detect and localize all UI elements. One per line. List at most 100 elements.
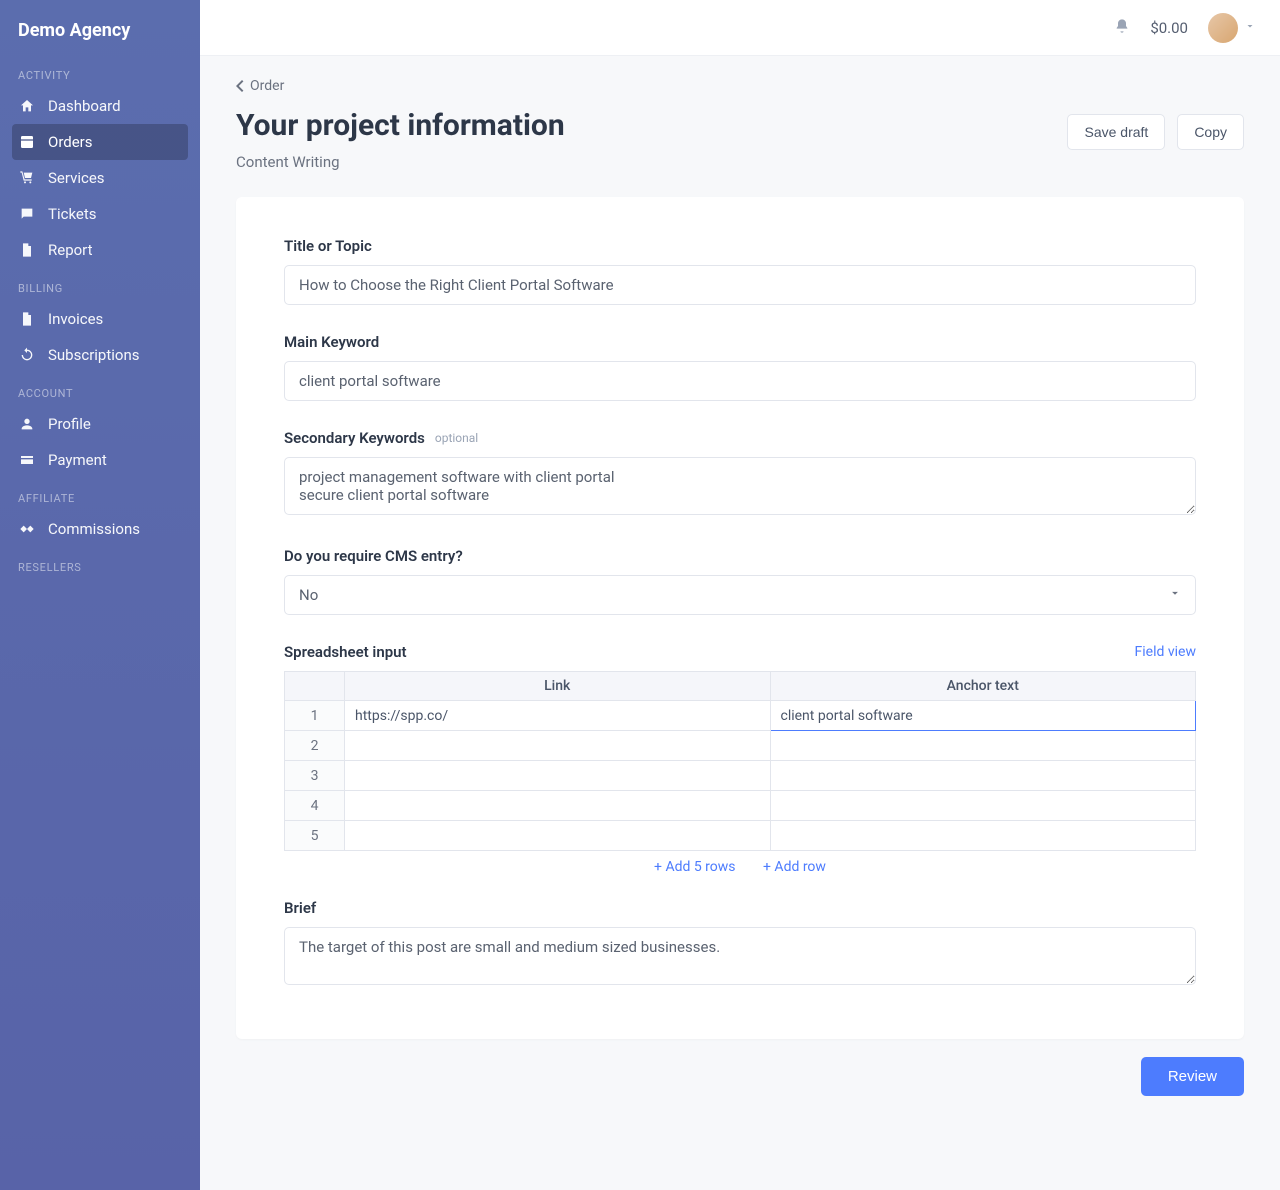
keyword-label: Main Keyword [284,333,1196,351]
sidebar: Demo Agency ACTIVITY Dashboard Orders Servi… [0,0,200,1190]
breadcrumb-label: Order [250,78,284,94]
sidebar-item-label: Payment [48,451,107,469]
brief-input[interactable] [284,927,1196,985]
cell-anchor-input[interactable] [771,821,1196,850]
cell-anchor[interactable] [770,821,1196,851]
save-draft-button[interactable]: Save draft [1067,114,1165,150]
cell-anchor-input[interactable] [771,731,1196,760]
sidebar-item-services[interactable]: Services [0,160,200,196]
sidebar-item-payment[interactable]: Payment [0,442,200,478]
brief-label: Brief [284,899,1196,917]
cell-link[interactable] [345,701,771,731]
title-input[interactable] [284,265,1196,305]
sidebar-item-orders[interactable]: Orders [12,124,188,160]
file-icon [18,242,36,258]
cell-anchor[interactable] [770,731,1196,761]
chat-icon [18,206,36,222]
copy-button[interactable]: Copy [1177,114,1244,150]
sidebar-item-label: Services [48,169,105,187]
file-icon [18,311,36,327]
topbar: $0.00 [200,0,1280,56]
sidebar-item-commissions[interactable]: Commissions [0,511,200,547]
dashboard-icon [18,134,36,150]
cell-anchor-input[interactable] [771,791,1196,820]
add-row-link[interactable]: + Add row [763,859,826,875]
bell-icon[interactable] [1114,18,1130,38]
cms-select[interactable]: No [284,575,1196,615]
balance-text: $0.00 [1150,19,1188,37]
table-row: 4 [285,791,1196,821]
sidebar-item-profile[interactable]: Profile [0,406,200,442]
cell-anchor[interactable] [770,791,1196,821]
col-anchor: Anchor text [770,672,1196,701]
sidebar-item-label: Dashboard [48,97,121,115]
table-row: 5 [285,821,1196,851]
sidebar-item-label: Subscriptions [48,346,139,364]
brand-title: Demo Agency [0,20,200,55]
sidebar-item-tickets[interactable]: Tickets [0,196,200,232]
page-title: Your project information [236,108,565,143]
field-view-link[interactable]: Field view [1135,644,1196,660]
cell-link-input[interactable] [345,701,770,730]
secondary-keywords-input[interactable] [284,457,1196,515]
spreadsheet-table: Link Anchor text 12345 [284,671,1196,851]
sidebar-item-label: Orders [48,133,93,151]
cell-link-input[interactable] [345,791,770,820]
sidebar-item-label: Invoices [48,310,103,328]
cell-link-input[interactable] [345,821,770,850]
sidebar-item-label: Profile [48,415,91,433]
cell-link[interactable] [345,731,771,761]
sidebar-item-label: Tickets [48,205,97,223]
sidebar-item-invoices[interactable]: Invoices [0,301,200,337]
cell-link[interactable] [345,791,771,821]
col-rownum [285,672,345,701]
sidebar-section-title: AFFILIATE [0,478,200,511]
secondary-label: Secondary Keywords [284,429,425,447]
title-label: Title or Topic [284,237,1196,255]
row-number: 3 [285,761,345,791]
cart-icon [18,170,36,186]
cell-anchor[interactable] [770,761,1196,791]
handshake-icon [18,521,36,537]
form-card: Title or Topic Main Keyword Secondary Ke… [236,197,1244,1039]
cms-label: Do you require CMS entry? [284,547,1196,565]
breadcrumb-back[interactable]: Order [236,78,1244,94]
cell-anchor[interactable] [770,701,1196,731]
sidebar-item-label: Report [48,241,93,259]
sidebar-section-title: RESELLERS [0,547,200,580]
add-5-rows-link[interactable]: + Add 5 rows [654,859,736,875]
sidebar-item-subscriptions[interactable]: Subscriptions [0,337,200,373]
sidebar-item-label: Commissions [48,520,140,538]
sidebar-section-title: BILLING [0,268,200,301]
card-icon [18,452,36,468]
table-row: 2 [285,731,1196,761]
avatar [1208,13,1238,43]
cell-anchor-input[interactable] [771,761,1196,790]
table-row: 3 [285,761,1196,791]
review-button[interactable]: Review [1141,1057,1244,1096]
user-menu[interactable] [1208,13,1256,43]
refresh-icon [18,347,36,363]
home-icon [18,98,36,114]
chevron-down-icon [1244,20,1256,36]
cell-link[interactable] [345,821,771,851]
row-number: 2 [285,731,345,761]
row-number: 4 [285,791,345,821]
keyword-input[interactable] [284,361,1196,401]
cell-anchor-input[interactable] [771,701,1196,730]
cell-link[interactable] [345,761,771,791]
table-row: 1 [285,701,1196,731]
row-number: 5 [285,821,345,851]
col-link: Link [345,672,771,701]
cell-link-input[interactable] [345,731,770,760]
sidebar-item-report[interactable]: Report [0,232,200,268]
row-number: 1 [285,701,345,731]
optional-tag: optional [435,431,478,445]
sidebar-section-title: ACCOUNT [0,373,200,406]
user-icon [18,416,36,432]
sidebar-item-dashboard[interactable]: Dashboard [0,88,200,124]
sidebar-section-title: ACTIVITY [0,55,200,88]
page-subtitle: Content Writing [236,153,565,171]
spreadsheet-label: Spreadsheet input [284,643,407,661]
cell-link-input[interactable] [345,761,770,790]
